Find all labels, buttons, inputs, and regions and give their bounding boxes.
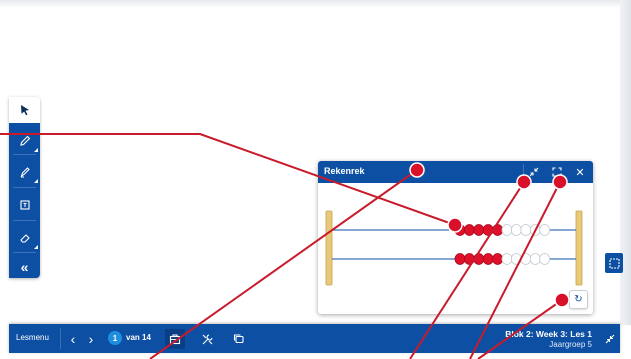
red-bead[interactable] xyxy=(454,253,466,265)
abacus-frame-right xyxy=(575,210,583,286)
pencil-tool[interactable] xyxy=(9,128,40,154)
white-bead[interactable] xyxy=(510,224,522,236)
eraser-tool[interactable] xyxy=(9,225,40,251)
toolbox-icon xyxy=(169,334,181,345)
submenu-indicator xyxy=(34,179,38,183)
pointer-tool[interactable] xyxy=(9,97,40,123)
tools-button[interactable] xyxy=(197,329,217,349)
current-page-badge[interactable]: 1 xyxy=(108,331,122,345)
white-bead[interactable] xyxy=(520,224,532,236)
red-bead[interactable] xyxy=(463,253,475,265)
divider xyxy=(13,252,36,253)
red-bead[interactable] xyxy=(463,224,475,236)
white-bead[interactable] xyxy=(539,253,551,265)
bottom-bar: Lesmenu ‹ › 1 van 14 Blok 2: Week 3: Les… xyxy=(9,324,620,353)
white-bead[interactable] xyxy=(529,224,541,236)
text-box-icon xyxy=(19,200,30,210)
page-total-label: van 14 xyxy=(126,333,151,342)
red-bead[interactable] xyxy=(473,224,485,236)
collapse-arrows-icon xyxy=(605,334,615,344)
double-chevron-left-icon: « xyxy=(20,259,29,275)
white-bead[interactable] xyxy=(510,253,522,265)
arrow-cursor-icon xyxy=(20,105,29,116)
lesson-title: Blok 2: Week 3: Les 1 xyxy=(505,329,592,339)
selection-frame-icon xyxy=(608,257,620,269)
abacus-frame-left xyxy=(325,210,333,286)
rekenrek-panel[interactable]: Rekenrek ✕ ↻ xyxy=(318,161,593,314)
red-bead[interactable] xyxy=(454,224,466,236)
abacus xyxy=(325,210,583,286)
drawing-toolbar: « xyxy=(9,97,40,278)
pencil-icon xyxy=(19,135,30,146)
selection-button[interactable] xyxy=(605,253,623,273)
divider xyxy=(13,187,36,188)
top-edge xyxy=(0,0,620,8)
right-edge xyxy=(620,0,631,325)
white-bead[interactable] xyxy=(501,224,513,236)
marker-icon xyxy=(20,167,30,178)
reset-button[interactable]: ↻ xyxy=(569,290,588,309)
white-bead[interactable] xyxy=(501,253,513,265)
red-bead[interactable] xyxy=(482,253,494,265)
lesmenu-button[interactable]: Lesmenu xyxy=(16,333,49,342)
chevron-left-icon: ‹ xyxy=(70,330,76,347)
eraser-icon xyxy=(19,234,30,243)
tools-icon xyxy=(202,333,213,344)
submenu-indicator xyxy=(34,245,38,249)
collapse-button[interactable] xyxy=(603,332,617,346)
previous-page-button[interactable]: ‹ xyxy=(66,330,80,347)
collapse-toolbar-button[interactable]: « xyxy=(9,254,40,280)
divider xyxy=(13,220,36,221)
submenu-indicator xyxy=(34,148,38,152)
reset-icon: ↻ xyxy=(574,294,583,305)
chevron-right-icon: › xyxy=(88,330,94,347)
red-bead[interactable] xyxy=(492,224,504,236)
red-bead[interactable] xyxy=(492,253,504,265)
white-bead[interactable] xyxy=(529,253,541,265)
red-bead[interactable] xyxy=(482,224,494,236)
red-bead[interactable] xyxy=(473,253,485,265)
windows-button[interactable] xyxy=(229,329,249,349)
textbox-tool[interactable] xyxy=(9,192,40,218)
highlighter-tool[interactable] xyxy=(9,159,40,185)
windows-icon xyxy=(233,334,244,344)
abacus-beads[interactable] xyxy=(454,224,551,265)
white-bead[interactable] xyxy=(539,224,551,236)
divider xyxy=(13,154,36,155)
next-page-button[interactable]: › xyxy=(84,330,98,347)
divider xyxy=(60,328,61,349)
grade-label: Jaargroep 5 xyxy=(549,340,592,349)
white-bead[interactable] xyxy=(520,253,532,265)
toolbox-button[interactable] xyxy=(165,329,185,349)
